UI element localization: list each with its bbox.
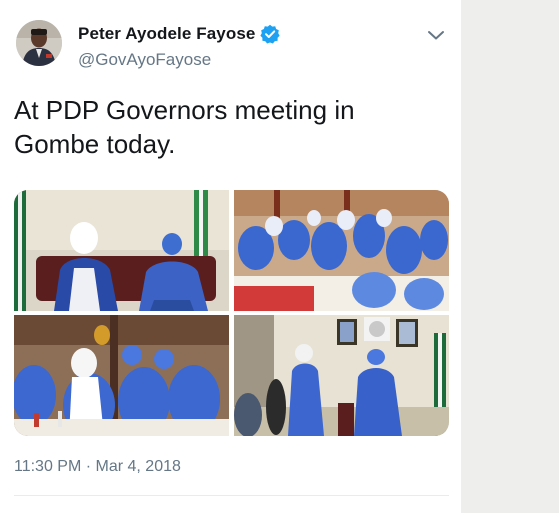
chevron-down-icon[interactable] — [425, 26, 447, 44]
photo-2[interactable] — [234, 190, 449, 311]
tweet-text-line-2: Gombe today. — [14, 129, 176, 159]
author-handle[interactable]: @GovAyoFayose — [78, 50, 280, 70]
photo-3[interactable] — [14, 315, 229, 436]
tweet-text-line-1: At PDP Governors meeting in — [14, 95, 355, 125]
tweet-timestamp[interactable]: 11:30 PM · Mar 4, 2018 — [14, 458, 181, 476]
author-block: Peter Ayodele Fayose @GovAyoFayose — [78, 24, 281, 70]
verified-badge-icon — [260, 24, 281, 44]
tweet-card: Peter Ayodele Fayose @GovAyoFayose At PD… — [0, 0, 461, 513]
photo-1[interactable] — [14, 190, 229, 311]
divider — [14, 495, 449, 496]
background-pane — [461, 0, 559, 513]
author-avatar[interactable] — [16, 20, 62, 66]
tweet-text: At PDP Governors meeting in Gombe today. — [14, 93, 434, 161]
author-display-name[interactable]: Peter Ayodele Fayose — [78, 24, 255, 44]
photo-4[interactable] — [234, 315, 449, 436]
display-name-row: Peter Ayodele Fayose — [78, 24, 281, 44]
media-grid — [14, 190, 449, 436]
